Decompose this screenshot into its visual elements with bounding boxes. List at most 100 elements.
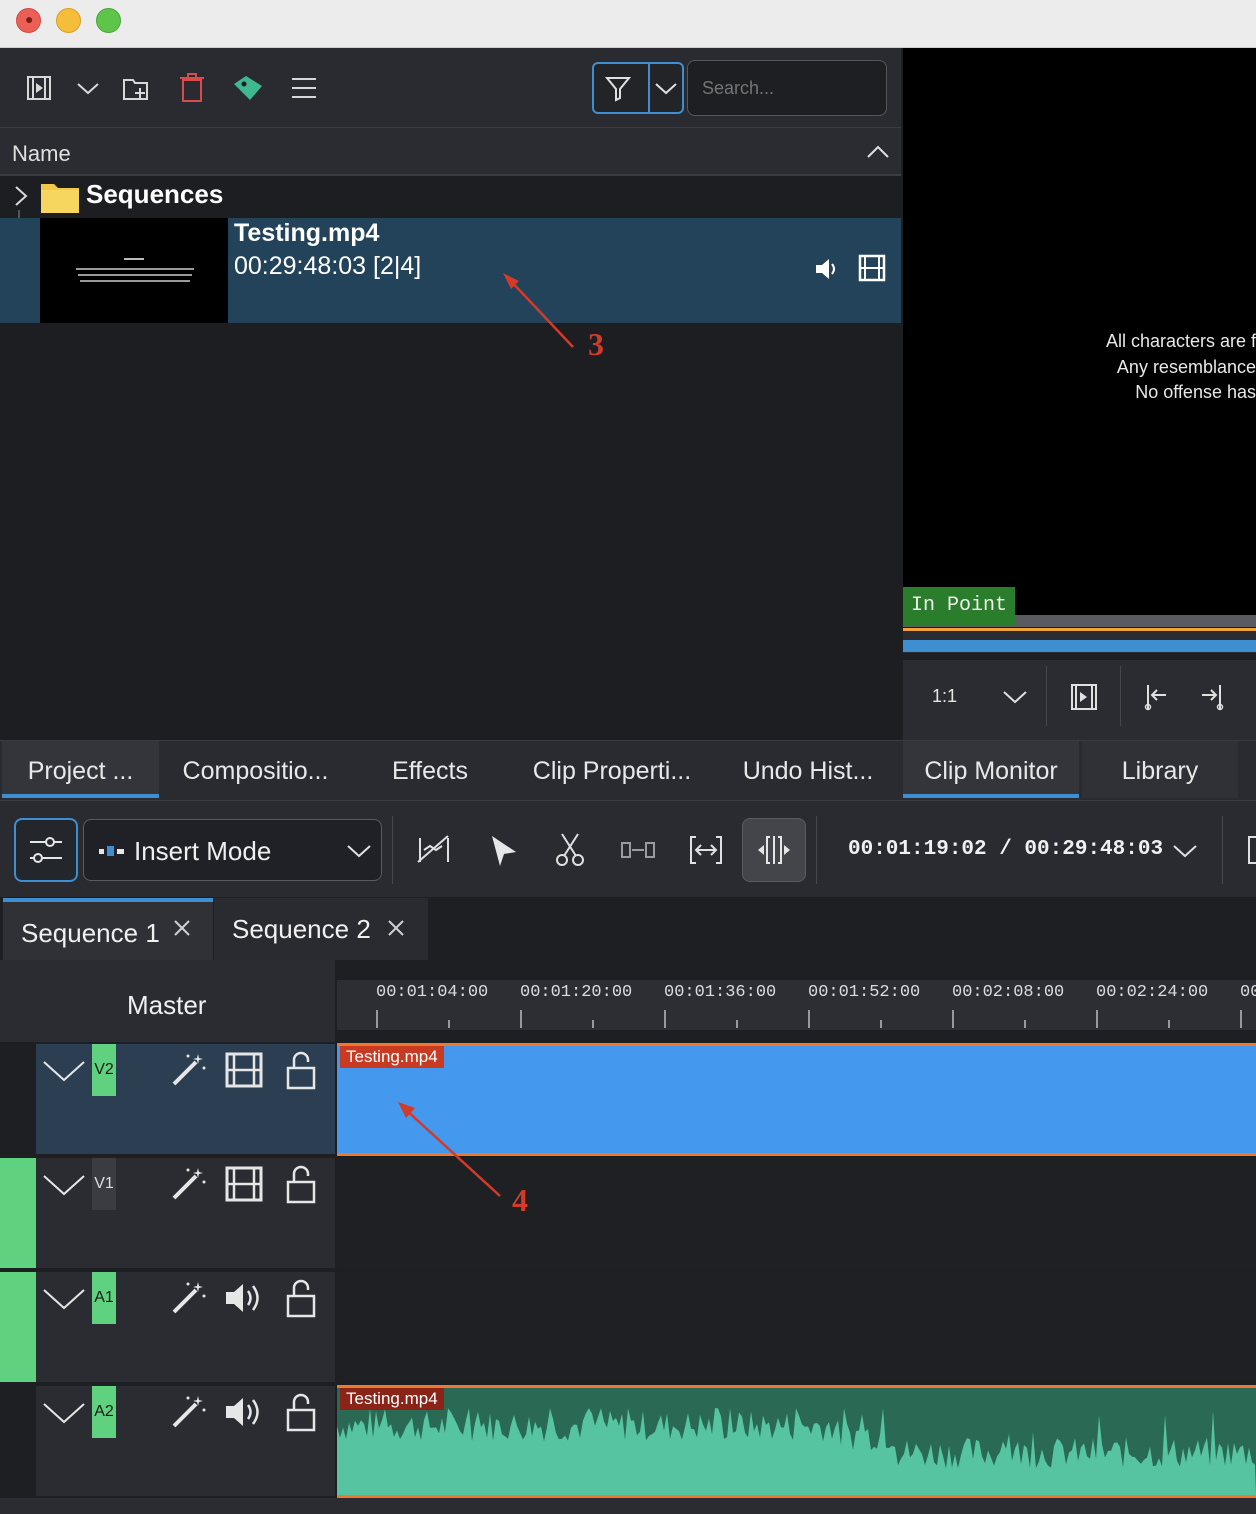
edit-mode-label: Insert Mode xyxy=(134,836,272,866)
ruler-tick-label: 00:01:20:00 xyxy=(520,983,633,1002)
add-clip-icon[interactable] xyxy=(26,74,54,102)
toolbar-separator xyxy=(392,816,393,884)
annotation-number-4: 4 xyxy=(512,1182,528,1218)
tab-project-bin[interactable]: Project ... xyxy=(2,741,159,798)
expand-arrow-icon[interactable] xyxy=(10,184,32,208)
effects-icon[interactable] xyxy=(168,1052,208,1088)
timecode-dropdown-icon[interactable] xyxy=(1172,842,1198,860)
spacer-tool-icon[interactable] xyxy=(416,834,452,866)
window-titlebar xyxy=(0,0,1256,48)
column-name-label: Name xyxy=(12,141,71,166)
audio-icon xyxy=(816,259,835,279)
chevron-down-icon[interactable] xyxy=(76,80,100,96)
sequence-tab-label: Sequence 2 xyxy=(232,914,371,944)
track-lane-a1[interactable] xyxy=(337,1272,1256,1382)
roll-tool-icon xyxy=(758,836,790,864)
collapse-track-icon[interactable] xyxy=(42,1286,86,1312)
delete-icon[interactable] xyxy=(178,72,206,104)
effects-icon[interactable] xyxy=(168,1166,208,1202)
track-v1-strip xyxy=(0,1158,36,1268)
tab-undo-history[interactable]: Undo Hist... xyxy=(722,741,894,798)
in-point-marker xyxy=(903,628,1256,631)
tab-library[interactable]: Library xyxy=(1082,741,1238,798)
in-point-label: In Point xyxy=(903,587,1015,625)
monitor-play-clip-icon[interactable] xyxy=(1070,683,1098,711)
ruler-tick-label: 00:02:24:00 xyxy=(1096,983,1209,1002)
video-icon[interactable] xyxy=(224,1052,264,1088)
lock-icon[interactable] xyxy=(284,1278,318,1318)
track-v1-tag[interactable]: V1 xyxy=(92,1158,116,1210)
search-input[interactable] xyxy=(687,60,887,116)
close-window-button[interactable]: ● xyxy=(16,8,41,33)
razor-tool-icon[interactable] xyxy=(554,832,586,868)
toolbar-separator xyxy=(1222,816,1223,884)
ruler-tick-label: 00:01:52:00 xyxy=(808,983,921,1002)
effects-icon[interactable] xyxy=(168,1280,208,1316)
audio-waveform xyxy=(337,1408,1256,1495)
timeline-clip-label: Testing.mp4 xyxy=(340,1046,444,1068)
video-icon[interactable] xyxy=(224,1166,264,1202)
maximize-window-button[interactable] xyxy=(96,8,121,33)
selection-tool-icon[interactable] xyxy=(488,834,520,868)
filter-divider xyxy=(648,64,650,112)
timecode-display[interactable]: 00:01:19:02 / 00:29:48:03 xyxy=(848,838,1163,861)
clip-thumbnail xyxy=(40,218,228,323)
clip-duration: 00:29:48:03 [2|4] xyxy=(234,252,422,280)
set-in-point-icon[interactable] xyxy=(1142,683,1170,711)
monitor-text-line: All characters are f xyxy=(1105,331,1256,351)
ruler-tick-label: 00:01:36:00 xyxy=(664,983,777,1002)
effects-icon[interactable] xyxy=(168,1394,208,1430)
tab-clip-properties[interactable]: Clip Properti... xyxy=(512,741,712,798)
collapse-track-icon[interactable] xyxy=(42,1058,86,1084)
close-sequence-1-icon[interactable] xyxy=(172,918,192,938)
zoom-dropdown-icon[interactable] xyxy=(1002,688,1028,706)
lock-icon[interactable] xyxy=(284,1164,318,1204)
toolbar-separator xyxy=(1120,666,1121,726)
new-folder-icon[interactable] xyxy=(122,74,152,102)
ruler-ticks xyxy=(376,1010,1242,1028)
horizontal-scrollbar[interactable] xyxy=(0,1498,1256,1514)
folder-icon xyxy=(41,184,79,213)
toolbar-separator xyxy=(816,816,817,884)
sequence-tab-label: Sequence 1 xyxy=(21,918,160,948)
overflow-icon[interactable] xyxy=(1248,836,1256,864)
tab-clip-monitor[interactable]: Clip Monitor xyxy=(903,741,1079,798)
folder-sequences-label[interactable]: Sequences xyxy=(86,179,223,210)
audio-icon[interactable] xyxy=(224,1280,264,1316)
filter-icon xyxy=(604,77,632,102)
monitor-text-line: Any resemblance xyxy=(1116,357,1256,377)
close-icon: ● xyxy=(25,11,34,27)
column-header[interactable] xyxy=(0,128,901,176)
monitor-zone-bar[interactable] xyxy=(903,640,1256,652)
insert-mode-icon xyxy=(99,846,124,856)
minimize-window-button[interactable] xyxy=(56,8,81,33)
ruler-tick-label: 00:02:08:00 xyxy=(952,983,1065,1002)
menu-icon[interactable] xyxy=(290,76,318,100)
tag-icon[interactable] xyxy=(232,74,264,102)
timeline-clip-label: Testing.mp4 xyxy=(340,1388,444,1410)
annotation-arrow-3 xyxy=(503,273,574,348)
set-out-point-icon[interactable] xyxy=(1198,683,1226,711)
track-a2-tag[interactable]: A2 xyxy=(92,1386,116,1438)
clip-name: Testing.mp4 xyxy=(234,219,380,247)
tab-compositions[interactable]: Compositio... xyxy=(163,741,348,798)
track-a1-tag[interactable]: A1 xyxy=(92,1272,116,1324)
sort-ascending-icon[interactable] xyxy=(866,144,890,160)
ripple-tool-icon[interactable] xyxy=(688,834,724,866)
zoom-label[interactable]: 1:1 xyxy=(932,686,957,707)
track-a1-strip xyxy=(0,1272,36,1382)
collapse-track-icon[interactable] xyxy=(42,1172,86,1198)
track-a2-strip xyxy=(0,1386,36,1496)
annotation-number-3: 3 xyxy=(588,326,604,362)
lock-icon[interactable] xyxy=(284,1392,318,1432)
close-sequence-2-icon[interactable] xyxy=(386,918,406,938)
ruler-tick-label: 00 xyxy=(1240,983,1256,1002)
track-v2-tag[interactable]: V2 xyxy=(92,1044,116,1096)
slip-tool-icon[interactable] xyxy=(620,838,656,862)
master-label: Master xyxy=(127,990,207,1020)
collapse-track-icon[interactable] xyxy=(42,1400,86,1426)
filter-dropdown-icon[interactable] xyxy=(654,80,678,96)
audio-icon[interactable] xyxy=(224,1394,264,1430)
tab-effects[interactable]: Effects xyxy=(360,741,500,798)
lock-icon[interactable] xyxy=(284,1050,318,1090)
